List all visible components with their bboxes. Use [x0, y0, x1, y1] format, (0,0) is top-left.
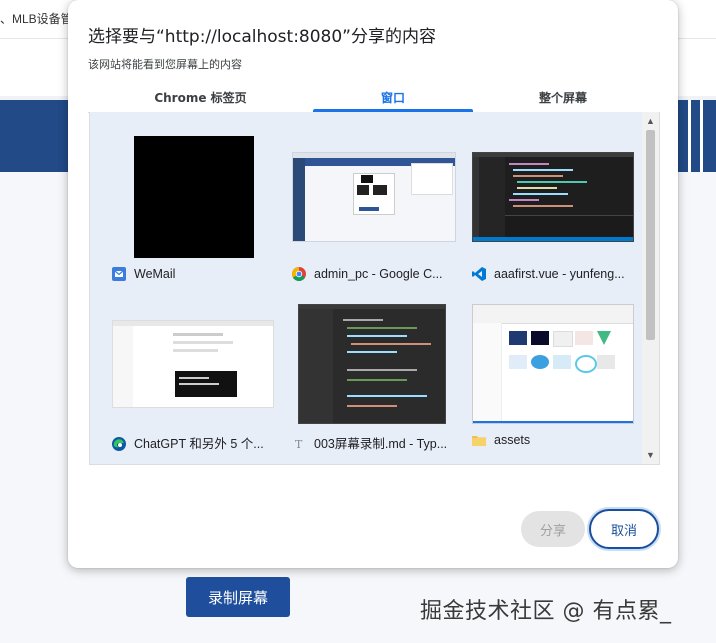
- window-thumbnail: [112, 320, 274, 408]
- svg-text:T: T: [295, 438, 303, 451]
- window-label: T 003屏幕录制.md - Typ...: [292, 433, 457, 451]
- browser-tab-label[interactable]: 、MLB设备管: [0, 10, 73, 27]
- window-thumbnail: [472, 304, 634, 424]
- folder-icon: [472, 433, 486, 447]
- source-tabs: Chrome 标签页 窗口 整个屏幕: [88, 84, 653, 113]
- chrome-icon: [292, 267, 306, 281]
- vscode-icon: [472, 267, 486, 281]
- scroll-down-arrow-icon[interactable]: ▼: [646, 450, 655, 460]
- window-label: admin_pc - Google C...: [292, 267, 457, 285]
- window-option-assets[interactable]: assets: [472, 302, 634, 462]
- tab-chrome-tabs[interactable]: Chrome 标签页: [88, 84, 313, 112]
- header-banner-left: [0, 100, 70, 172]
- banner-stripe: [688, 100, 691, 172]
- header-banner-right: [676, 100, 716, 172]
- cancel-button[interactable]: 取消: [589, 509, 659, 549]
- window-label: assets: [472, 433, 637, 451]
- window-option-typora[interactable]: T 003屏幕录制.md - Typ...: [292, 302, 454, 462]
- window-option-wemail[interactable]: WeMail: [112, 134, 274, 294]
- scrollbar-thumb[interactable]: [646, 130, 655, 340]
- grid-scrollbar[interactable]: ▲ ▼: [642, 112, 659, 464]
- window-thumbnail: [298, 304, 446, 424]
- window-option-vscode[interactable]: aaafirst.vue - yunfeng...: [472, 134, 634, 294]
- scroll-up-arrow-icon[interactable]: ▲: [646, 116, 655, 126]
- screen-share-dialog: 选择要与“http://localhost:8080”分享的内容 该网站将能看到…: [68, 0, 678, 568]
- window-label: WeMail: [112, 267, 277, 285]
- window-thumbnail: [134, 136, 254, 258]
- record-screen-button[interactable]: 录制屏幕: [186, 577, 290, 617]
- dialog-title: 选择要与“http://localhost:8080”分享的内容: [88, 27, 436, 47]
- tab-window[interactable]: 窗口: [313, 84, 473, 112]
- window-label: aaafirst.vue - yunfeng...: [472, 267, 637, 285]
- edge-icon: [112, 437, 126, 451]
- window-option-chatgpt[interactable]: ChatGPT 和另外 5 个...: [112, 302, 274, 462]
- window-grid: WeMail admin_pc - Google C... aaafirst.v…: [89, 112, 660, 465]
- tab-entire-screen[interactable]: 整个屏幕: [473, 84, 653, 112]
- dialog-subtitle: 该网站将能看到您屏幕上的内容: [88, 58, 242, 71]
- share-button[interactable]: 分享: [521, 511, 585, 547]
- watermark: 掘金技术社区 @ 有点累_: [420, 599, 672, 624]
- window-thumbnail: [292, 152, 456, 242]
- window-label: ChatGPT 和另外 5 个...: [112, 433, 277, 451]
- banner-stripe: [700, 100, 703, 172]
- mail-app-icon: [112, 267, 126, 281]
- typora-icon: T: [292, 437, 306, 451]
- window-thumbnail: [472, 152, 634, 242]
- window-option-admin-pc[interactable]: admin_pc - Google C...: [292, 134, 457, 294]
